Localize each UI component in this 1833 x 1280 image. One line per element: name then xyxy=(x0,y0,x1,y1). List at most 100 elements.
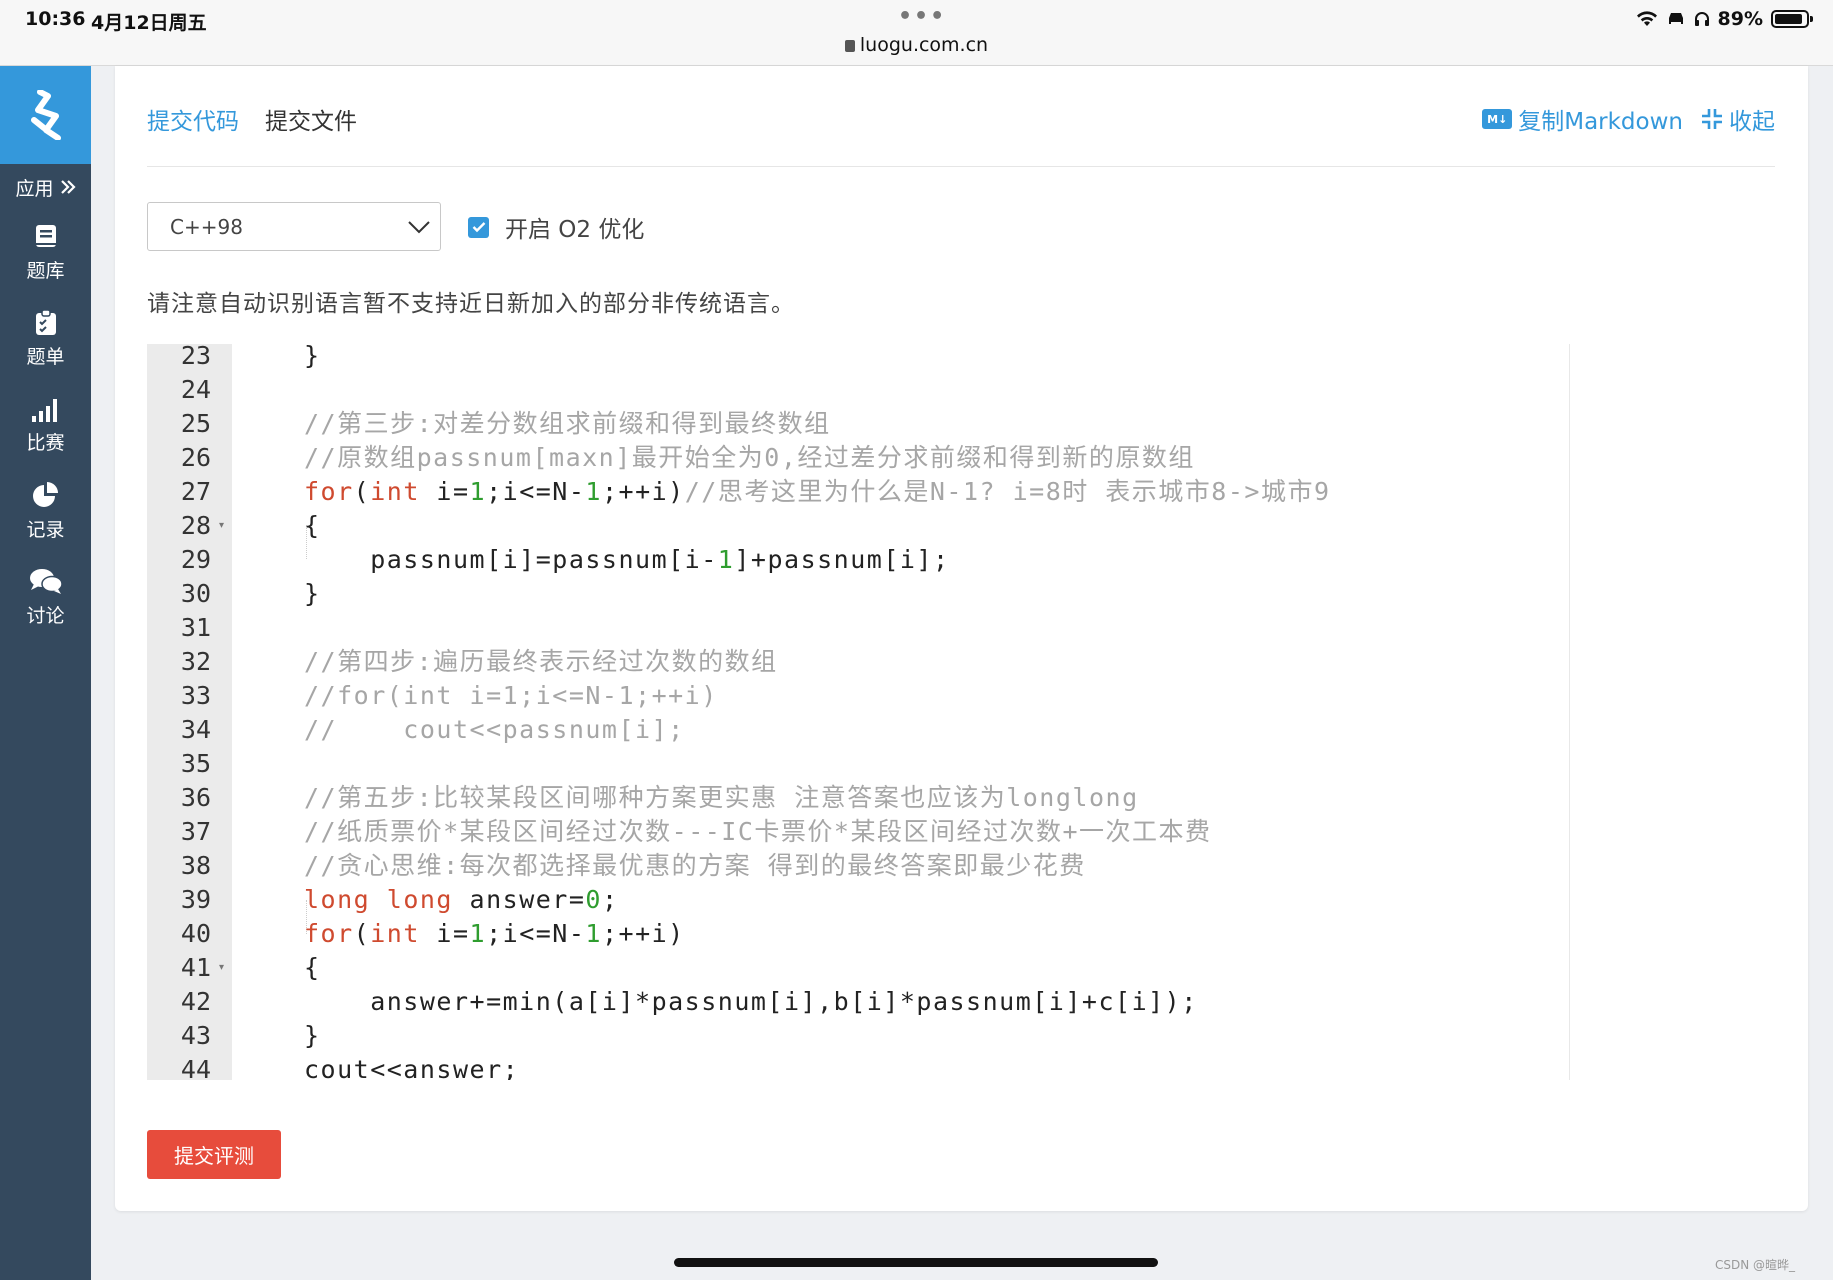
o2-checkbox[interactable] xyxy=(468,216,489,238)
code-editor[interactable]: 23} 24 25 //第三步:对差分数组求前缀和得到最终数组 26 //原数组passn… xyxy=(147,344,1570,1080)
line-number: 29 xyxy=(180,545,211,574)
apps-toggle[interactable]: 应用 xyxy=(0,164,91,210)
code-line: //第五步:比较某段区间哪种方案更实惠 注意答案也应该为longlong xyxy=(304,781,1139,815)
code-token: cout<<answer; xyxy=(304,1055,520,1080)
code-token: //第五步:比较某段区间哪种方案更实惠 注意答案也应该为longlong xyxy=(304,783,1139,812)
code-line: // cout<<passnum[i]; xyxy=(304,713,685,747)
code-token: for xyxy=(304,477,354,506)
collapse-icon xyxy=(1702,109,1722,129)
o2-option[interactable]: 开启 O2 优化 xyxy=(468,210,644,244)
code-token: 1 xyxy=(469,477,487,506)
copy-markdown-button[interactable]: M↓ 复制Markdown xyxy=(1482,102,1683,136)
code-token: ]+passnum[i]; xyxy=(734,545,950,574)
code-token: answer= xyxy=(453,885,586,914)
line-number: 38 xyxy=(180,851,211,880)
code-token: 0 xyxy=(585,885,602,914)
code-line: cout<<answer; xyxy=(304,1053,519,1080)
language-notice: 请注意自动识别语言暂不支持近日新加入的部分非传统语言。 xyxy=(147,291,795,317)
tab-submit-code[interactable]: 提交代码 xyxy=(147,102,239,136)
code-token: ;i<=N- xyxy=(486,477,586,506)
sidebar-item-label: 题库 xyxy=(26,259,65,282)
home-indicator xyxy=(674,1258,1158,1267)
o2-label: 开启 O2 优化 xyxy=(505,217,645,243)
tab-submit-file[interactable]: 提交文件 xyxy=(265,102,357,136)
code-token: long xyxy=(386,885,453,914)
code-line: } xyxy=(304,344,321,373)
header-divider xyxy=(147,166,1775,167)
bar-chart-icon xyxy=(31,398,57,422)
check-icon xyxy=(472,222,485,233)
line-number: 36 xyxy=(180,783,211,812)
submit-button[interactable]: 提交评测 xyxy=(147,1130,281,1179)
code-token: passnum[i]=passnum[i- xyxy=(304,545,718,574)
more-dots-icon[interactable]: ••• xyxy=(898,4,946,29)
code-token: ;i<=N- xyxy=(486,919,586,948)
code-token: } xyxy=(304,1021,321,1050)
car-icon xyxy=(1668,13,1683,24)
code-line: //第三步:对差分数组求前缀和得到最终数组 xyxy=(304,407,831,441)
submit-card: 提交代码 提交文件 M↓ 复制Markdown 收起 C++98 开启 O2 优… xyxy=(115,66,1808,1211)
code-token: 1 xyxy=(585,919,602,948)
sidebar-item-problems[interactable]: 题库 xyxy=(0,210,91,296)
sidebar-item-contests[interactable]: 比赛 xyxy=(0,382,91,468)
line-number: 27 xyxy=(180,477,211,506)
code-token: { xyxy=(304,953,321,982)
code-line: } xyxy=(304,577,321,611)
code-token: ( xyxy=(353,919,371,948)
line-number: 37 xyxy=(180,817,211,846)
address-bar[interactable]: luogu.com.cn xyxy=(0,34,1833,56)
code-token: //第四步:遍历最终表示经过次数的数组 xyxy=(304,647,778,676)
line-number: 43 xyxy=(180,1021,211,1050)
sidebar-item-discuss[interactable]: 讨论 xyxy=(0,554,91,640)
code-line: answer+=min(a[i]*passnum[i],b[i]*passnum… xyxy=(304,985,1198,1019)
sidebar-item-label: 记录 xyxy=(26,518,65,541)
code-token: } xyxy=(304,579,321,608)
card-tools: M↓ 复制Markdown 收起 xyxy=(1482,102,1775,136)
url-text: luogu.com.cn xyxy=(859,34,989,56)
code-token: i= xyxy=(419,477,470,506)
language-select[interactable]: C++98 xyxy=(147,202,441,251)
clipboard-icon xyxy=(35,309,56,335)
sidebar-item-records[interactable]: 记录 xyxy=(0,468,91,554)
lock-icon xyxy=(844,40,855,52)
markdown-icon: M↓ xyxy=(1482,109,1513,129)
collapse-button[interactable]: 收起 xyxy=(1701,102,1775,136)
submit-tabs: 提交代码 提交文件 xyxy=(147,102,357,136)
fold-toggle-icon[interactable]: ▾ xyxy=(219,951,224,985)
code-line: { xyxy=(304,951,321,985)
luogu-logo[interactable] xyxy=(0,66,91,164)
print-margin xyxy=(1569,344,1570,1080)
luogu-logo-icon xyxy=(30,90,61,140)
code-line: for(int i=1;i<=N-1;++i)//思考这里为什么是N-1? i=… xyxy=(304,475,1331,509)
chat-icon xyxy=(29,568,63,594)
fold-toggle-icon[interactable]: ▾ xyxy=(219,509,224,543)
line-number: 30 xyxy=(180,579,211,608)
line-number: 42 xyxy=(180,987,211,1016)
code-line: passnum[i]=passnum[i-1]+passnum[i]; xyxy=(304,543,950,577)
sidebar-item-training[interactable]: 题单 xyxy=(0,296,91,382)
code-token: //贪心思维:每次都选择最优惠的方案 得到的最终答案即最少花费 xyxy=(304,851,1086,880)
status-time: 10:36 xyxy=(25,8,86,30)
code-token: } xyxy=(304,344,321,370)
line-number: 35 xyxy=(180,749,211,778)
chevron-down-icon xyxy=(408,220,430,233)
pie-chart-icon xyxy=(32,481,58,507)
code-token: 1 xyxy=(469,919,487,948)
code-token: i= xyxy=(419,919,470,948)
code-token: 1 xyxy=(585,477,602,506)
code-token: // cout<<passnum[i]; xyxy=(304,715,685,744)
code-line: long long answer=0; xyxy=(304,883,619,917)
code-line: //for(int i=1;i<=N-1;++i) xyxy=(304,679,718,713)
code-line: //原数组passnum[maxn]最开始全为0,经过差分求前缀和得到新的原数组 xyxy=(304,441,1195,475)
code-token: answer+=min(a[i]*passnum[i],b[i]*passnum… xyxy=(304,987,1198,1016)
line-number: 40 xyxy=(180,919,211,948)
code-token: ;++i) xyxy=(601,477,685,506)
line-number: 44 xyxy=(180,1055,211,1080)
code-token: //for(int i=1;i<=N-1;++i) xyxy=(304,681,718,710)
battery-icon xyxy=(1771,10,1813,28)
code-token: int xyxy=(370,477,420,506)
code-token: //原数组passnum[maxn]最开始全为0,经过差分求前缀和得到新的原数组 xyxy=(304,443,1195,472)
code-token: 1 xyxy=(717,545,735,574)
sidebar-item-label: 比赛 xyxy=(26,431,65,454)
